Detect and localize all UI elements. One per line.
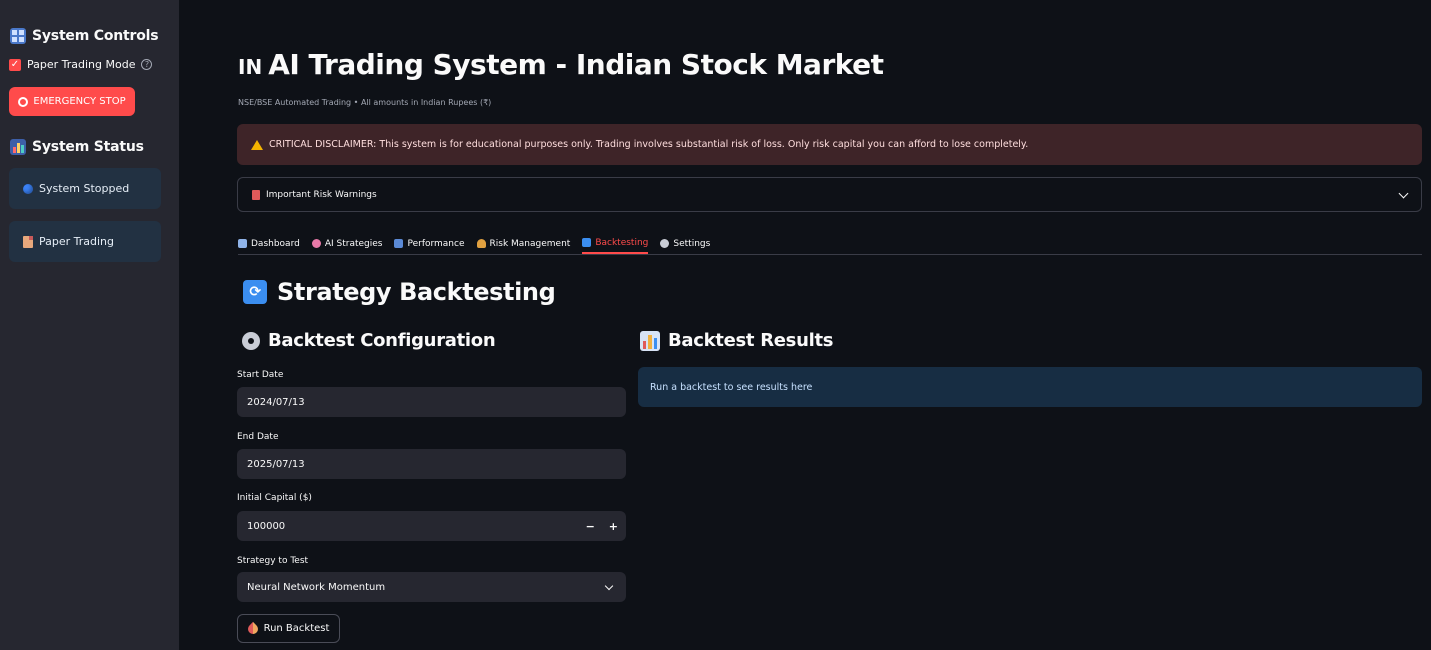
blue-circle-icon	[23, 183, 33, 194]
risk-warnings-expander[interactable]: Important Risk Warnings	[237, 177, 1422, 212]
end-date-input[interactable]: 2025/07/13	[237, 449, 626, 479]
chevron-down-icon[interactable]	[604, 581, 614, 591]
tab-risk-management[interactable]: Risk Management	[476, 233, 571, 254]
controls-heading-text: System Controls	[32, 28, 159, 44]
disclaimer-alert: CRITICAL DISCLAIMER: This system is for …	[237, 124, 1422, 165]
rocket-icon	[245, 621, 260, 636]
results-heading-text: Backtest Results	[668, 330, 834, 351]
status-heading: System Status	[10, 139, 144, 155]
gear-icon	[242, 331, 260, 350]
tab-label: AI Strategies	[324, 238, 383, 249]
run-backtest-label: Run Backtest	[263, 623, 330, 634]
end-date-value: 2025/07/13	[247, 458, 305, 470]
tab-label: Dashboard	[251, 238, 300, 249]
results-info-box: Run a backtest to see results here	[638, 367, 1422, 407]
system-status-card: System Stopped	[9, 168, 161, 209]
help-icon[interactable]: ?	[141, 59, 153, 70]
capital-number-input[interactable]: 100000 − +	[237, 511, 626, 541]
increment-button[interactable]: +	[609, 520, 618, 533]
controls-heading: System Controls	[10, 28, 159, 44]
run-backtest-button[interactable]: Run Backtest	[237, 614, 340, 643]
bar-chart-icon	[394, 239, 404, 248]
control-knobs-icon	[10, 28, 26, 44]
checkbox-checked-icon[interactable]: ✓	[9, 58, 21, 71]
strategy-select[interactable]: Neural Network Momentum	[237, 572, 626, 602]
paper-trading-checkbox[interactable]: ✓ Paper Trading Mode ?	[9, 58, 153, 71]
tab-label: Performance	[407, 238, 465, 249]
section-heading: ⟳ Strategy Backtesting	[243, 278, 556, 306]
chevron-down-icon[interactable]	[1398, 188, 1409, 199]
start-date-label: Start Date	[237, 370, 284, 380]
end-date-label: End Date	[237, 432, 279, 442]
strategy-value: Neural Network Momentum	[247, 581, 386, 593]
tab-settings[interactable]: Settings	[660, 233, 710, 254]
tab-ai-strategies[interactable]: AI Strategies	[311, 233, 383, 254]
capital-stepper: − +	[586, 511, 618, 541]
strategy-label: Strategy to Test	[237, 556, 309, 566]
tab-label: Backtesting	[595, 237, 649, 248]
capital-value: 100000	[247, 520, 286, 532]
india-flag-icon: IN	[238, 55, 263, 79]
tab-dashboard[interactable]: Dashboard	[238, 233, 300, 254]
config-heading: Backtest Configuration	[242, 330, 496, 351]
brain-icon	[311, 239, 321, 248]
decrement-button[interactable]: −	[586, 520, 595, 533]
memo-icon	[23, 235, 33, 248]
start-date-input[interactable]: 2024/07/13	[237, 387, 626, 417]
sync-icon	[582, 238, 592, 247]
bar-chart-icon	[640, 330, 660, 351]
clipboard-icon	[252, 189, 260, 200]
disclaimer-text: CRITICAL DISCLAIMER: This system is for …	[269, 139, 1029, 150]
tab-bar: Dashboard AI Strategies Performance Risk…	[238, 233, 1422, 255]
page-subtitle: NSE/BSE Automated Trading • All amounts …	[238, 98, 492, 107]
bar-chart-icon	[10, 139, 26, 155]
scale-icon	[476, 239, 486, 248]
sync-icon: ⟳	[243, 280, 267, 304]
emergency-stop-label: EMERGENCY STOP	[33, 96, 126, 107]
config-heading-text: Backtest Configuration	[268, 330, 496, 351]
chart-icon	[238, 239, 247, 248]
tab-label: Risk Management	[489, 238, 571, 249]
section-heading-text: Strategy Backtesting	[277, 278, 556, 306]
capital-label: Initial Capital ($)	[237, 493, 312, 503]
tab-label: Settings	[673, 238, 711, 249]
tab-performance[interactable]: Performance	[394, 233, 465, 254]
page-title: IN AI Trading System - Indian Stock Marke…	[238, 48, 884, 81]
tab-backtesting[interactable]: Backtesting	[582, 233, 649, 254]
page-title-text: AI Trading System - Indian Stock Market	[268, 48, 884, 81]
risk-warnings-label: Important Risk Warnings	[266, 189, 377, 200]
gear-icon	[660, 239, 670, 248]
results-heading: Backtest Results	[640, 330, 834, 351]
trading-mode-label: Paper Trading	[39, 235, 115, 248]
start-date-value: 2024/07/13	[247, 396, 305, 408]
status-heading-text: System Status	[32, 139, 144, 155]
emergency-stop-button[interactable]: EMERGENCY STOP	[9, 87, 135, 116]
paper-trading-label: Paper Trading Mode	[27, 58, 136, 71]
stop-circle-icon	[18, 96, 29, 107]
warning-icon	[251, 139, 263, 150]
results-placeholder-text: Run a backtest to see results here	[650, 381, 813, 393]
trading-mode-card: Paper Trading	[9, 221, 161, 262]
sidebar: System Controls ✓ Paper Trading Mode ? E…	[0, 0, 179, 650]
system-status-label: System Stopped	[39, 182, 130, 195]
